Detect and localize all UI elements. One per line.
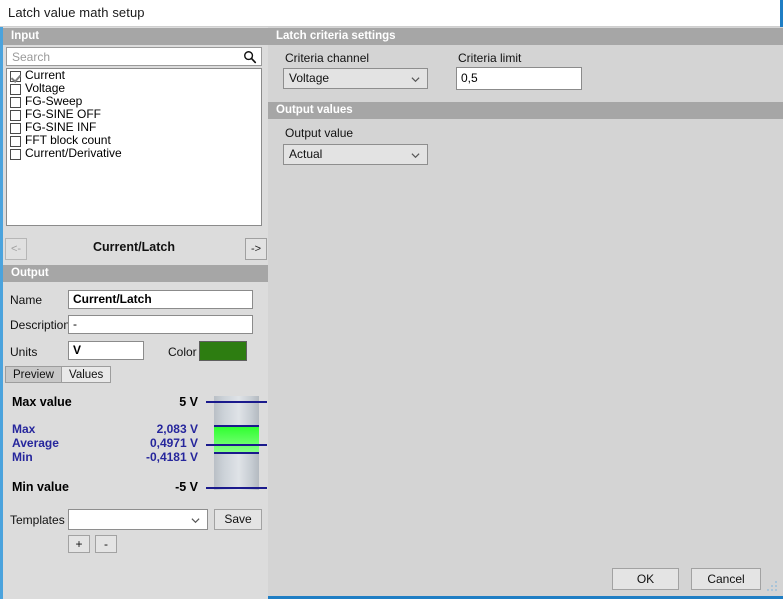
search-input[interactable]: Search: [6, 47, 262, 66]
latch-value-math-setup-window: Latch value math setup Input Search Curr…: [0, 0, 783, 599]
stat-value-max: 2,083 V: [156, 422, 198, 436]
min-value-label: Min value: [12, 480, 69, 494]
checkbox-icon[interactable]: [10, 84, 21, 95]
left-panel-accent-edge: [0, 27, 3, 599]
gauge-max-line: [214, 425, 259, 427]
output-value-label: Output value: [285, 126, 354, 140]
cancel-button[interactable]: Cancel: [691, 568, 761, 590]
output-group-header: Output: [3, 265, 268, 282]
stat-value-min: -0,4181 V: [145, 450, 198, 464]
window-title: Latch value math setup: [8, 5, 145, 20]
criteria-channel-combobox[interactable]: Voltage: [283, 68, 428, 89]
output-values-group-header: Output values: [268, 102, 783, 119]
checkbox-icon[interactable]: [10, 97, 21, 108]
color-label: Color: [168, 345, 197, 359]
search-icon[interactable]: [243, 50, 257, 64]
input-group-header: Input: [3, 28, 268, 45]
next-channel-button[interactable]: ->: [245, 238, 267, 260]
checkbox-checked-icon[interactable]: [10, 71, 21, 82]
ok-button[interactable]: OK: [612, 568, 679, 590]
search-placeholder: Search: [12, 50, 51, 64]
remove-template-button[interactable]: -: [95, 535, 117, 553]
name-label: Name: [10, 293, 43, 307]
name-field[interactable]: Current/Latch: [68, 290, 253, 309]
stat-label-min: Min: [12, 450, 33, 464]
list-item[interactable]: Current/Derivative: [7, 146, 261, 161]
checkbox-icon[interactable]: [10, 110, 21, 121]
gauge-min-line: [214, 452, 259, 454]
gauge-min-scale-line: [206, 487, 267, 489]
criteria-limit-field[interactable]: 0,5: [456, 67, 582, 90]
chevron-down-icon[interactable]: [191, 516, 200, 525]
checkbox-icon[interactable]: [10, 136, 21, 147]
units-field[interactable]: V: [68, 341, 144, 360]
units-label: Units: [10, 345, 38, 359]
templates-label: Templates: [10, 513, 65, 527]
color-swatch-button[interactable]: [199, 341, 247, 361]
list-item-label: Current/Derivative: [25, 146, 122, 160]
max-value-readout: 5 V: [179, 395, 198, 409]
checkbox-icon[interactable]: [10, 149, 21, 160]
stat-label-average: Average: [12, 436, 59, 450]
tab-preview[interactable]: Preview: [5, 366, 62, 383]
add-template-button[interactable]: +: [68, 535, 90, 553]
description-label: Description: [10, 318, 71, 332]
min-value-readout: -5 V: [175, 480, 198, 494]
channel-list[interactable]: Current Voltage FG-Sweep FG-SINE OFF FG-…: [6, 68, 262, 226]
resize-grip-icon[interactable]: [767, 581, 779, 593]
gauge-max-scale-line: [206, 401, 267, 403]
templates-combobox[interactable]: [68, 509, 208, 530]
stat-label-max: Max: [12, 422, 36, 436]
max-value-label: Max value: [12, 395, 72, 409]
criteria-limit-label: Criteria limit: [458, 51, 522, 65]
criteria-group-header: Latch criteria settings: [268, 28, 783, 45]
gauge-value-band: [214, 426, 259, 452]
current-channel-label: Current/Latch: [93, 240, 175, 254]
gauge-average-line: [206, 444, 267, 446]
channel-nav-row: <- Current/Latch ->: [0, 238, 268, 262]
stat-value-average: 0,4971 V: [149, 436, 198, 450]
chevron-down-icon[interactable]: [411, 151, 420, 160]
output-value-combobox[interactable]: Actual: [283, 144, 428, 165]
title-bar: Latch value math setup: [0, 0, 783, 27]
tab-values[interactable]: Values: [61, 366, 112, 383]
chevron-down-icon[interactable]: [411, 75, 420, 84]
save-template-button[interactable]: Save: [214, 509, 262, 530]
criteria-channel-label: Criteria channel: [285, 51, 370, 65]
checkbox-icon[interactable]: [10, 123, 21, 134]
description-field[interactable]: -: [68, 315, 253, 334]
